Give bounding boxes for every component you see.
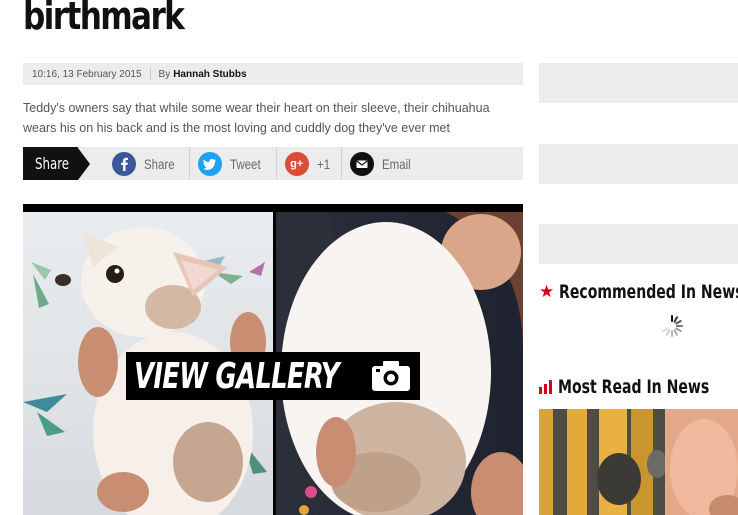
article-headline: birthmark — [23, 0, 185, 38]
google-plus-icon: g+ — [284, 151, 309, 176]
sidebar-ad-slot-1 — [539, 63, 738, 103]
article-meta-bar: 10:16, 13 February 2015 By Hannah Stubbs — [23, 63, 523, 85]
google-plus-share-button[interactable]: g+ +1 — [275, 147, 341, 180]
google-plus-share-label: +1 — [316, 155, 330, 172]
bar-chart-icon — [539, 380, 552, 394]
most-read-heading-text: Most Read In News — [558, 376, 710, 398]
email-icon — [349, 151, 374, 176]
view-gallery-button[interactable]: VIEW GALLERY — [126, 352, 420, 400]
loading-spinner-icon — [662, 315, 683, 337]
sidebar-ad-slot-2 — [539, 144, 738, 184]
most-read-in-news-heading: Most Read In News — [539, 376, 738, 398]
twitter-icon — [198, 151, 223, 176]
star-icon: ★ — [539, 282, 555, 302]
byline-prefix: By — [158, 68, 171, 80]
recommended-heading-text: Recommended In News — [559, 281, 738, 303]
article-standfirst: Teddy's owners say that while some wear … — [23, 101, 490, 135]
view-gallery-label: VIEW GALLERY — [134, 355, 340, 397]
share-label: Share — [23, 147, 78, 180]
email-share-label: Email — [381, 155, 411, 172]
email-share-button[interactable]: Email — [340, 147, 425, 180]
share-label-arrow — [78, 147, 90, 180]
sidebar-ad-slot-3 — [539, 224, 738, 264]
camera-icon — [372, 361, 410, 391]
headline-cropped-glyphs — [320, 0, 460, 6]
facebook-icon — [112, 151, 136, 176]
meta-divider — [149, 68, 151, 80]
twitter-share-label: Tweet — [230, 155, 261, 172]
article-timestamp: 10:16, 13 February 2015 — [32, 68, 142, 80]
twitter-share-button[interactable]: Tweet — [189, 147, 275, 180]
facebook-share-button[interactable]: Share — [104, 147, 189, 180]
gallery-top-border — [23, 204, 523, 212]
most-read-thumbnail[interactable] — [539, 409, 738, 515]
recommended-in-news-heading: ★ Recommended In News — [539, 281, 738, 303]
facebook-share-label: Share — [144, 155, 175, 172]
author-link[interactable]: Hannah Stubbs — [173, 69, 246, 80]
share-bar: Share Share Tweet g+ +1 Email — [23, 147, 523, 180]
